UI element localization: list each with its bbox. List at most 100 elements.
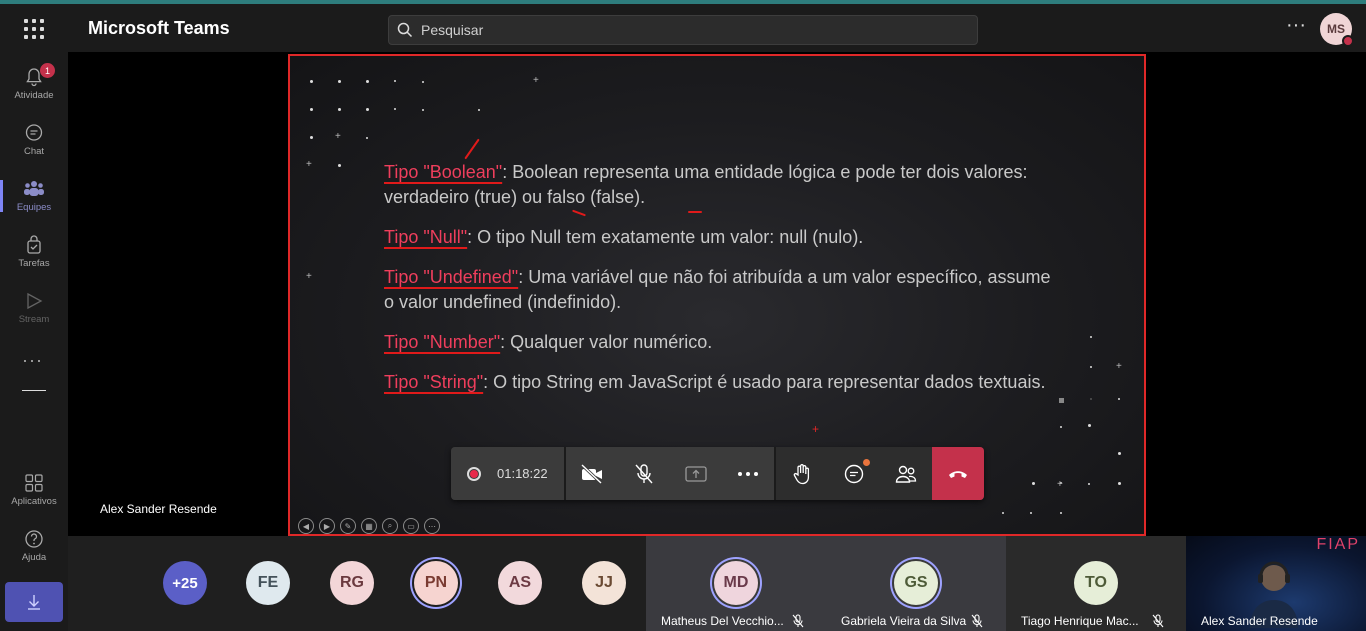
search-box[interactable] (388, 15, 978, 45)
more-icon[interactable]: ⋯ (424, 518, 440, 534)
participants-button[interactable] (880, 447, 932, 500)
rail-item-label: Aplicativos (11, 496, 57, 507)
media-controls (566, 447, 774, 500)
slide-item: Tipo "Boolean": Boolean representa uma e… (384, 160, 1064, 210)
help-icon (25, 530, 43, 548)
decor-dot (1118, 482, 1121, 485)
rail-item-label: Ajuda (21, 552, 47, 563)
rail-item-aplicativos[interactable]: Aplicativos (0, 464, 68, 516)
mic-muted-icon (792, 614, 804, 628)
slides-icon[interactable]: ▦ (361, 518, 377, 534)
decor-dot (1060, 426, 1062, 428)
participant-avatar: GS (894, 561, 938, 605)
participant-video-tile[interactable]: FIAP Alex Sander Resende (1186, 536, 1366, 631)
decor-plus: + (812, 422, 820, 436)
participant-avatar: MD (714, 561, 758, 605)
recording-timer: 01:18:22 (451, 447, 564, 500)
decor-dot (1002, 512, 1004, 514)
decor-dot (422, 109, 424, 111)
decor-dot (1118, 452, 1121, 455)
participant-tile[interactable]: MD Matheus Del Vecchio... (646, 536, 826, 631)
slide-keyword: Tipo "Boolean" (384, 162, 503, 182)
participant-name: Gabriela Vieira da Silva (841, 614, 967, 628)
decor-dot (1090, 366, 1092, 368)
overflow-participants-button[interactable]: +25 (163, 561, 207, 605)
previous-slide-icon[interactable]: ◀ (298, 518, 314, 534)
decor-dot (310, 80, 313, 83)
participant-name: Alex Sander Resende (1201, 614, 1318, 628)
status-indicator (1342, 35, 1354, 47)
slide-keyword: Tipo "String" (384, 372, 484, 392)
rail-item-atividade[interactable]: 1 Atividade (0, 58, 68, 110)
participant-avatar[interactable]: FE (246, 561, 290, 605)
app-title: Microsoft Teams (88, 18, 230, 38)
camera-button[interactable] (566, 447, 618, 500)
decor-dot (1032, 482, 1035, 485)
chat-button[interactable] (828, 447, 880, 500)
decor-dot (1088, 424, 1091, 427)
share-button[interactable] (670, 447, 722, 500)
meeting-controls (776, 447, 932, 500)
more-actions-button[interactable] (722, 447, 774, 500)
subtitles-icon[interactable]: ▭ (403, 518, 419, 534)
activity-badge: 1 (40, 63, 55, 78)
call-timer: 01:18:22 (497, 466, 548, 481)
decor-dot (1060, 512, 1062, 514)
hang-up-icon (949, 470, 967, 478)
user-avatar[interactable]: MS (1320, 13, 1354, 47)
decor-dot (366, 80, 369, 83)
search-input[interactable] (421, 22, 961, 38)
download-icon (28, 595, 40, 610)
zoom-icon[interactable]: ⌕ (382, 518, 398, 534)
slide-item: Tipo "Null": O tipo Null tem exatamente … (384, 225, 1064, 250)
mic-off-icon (635, 463, 653, 483)
decor-dot (1090, 398, 1092, 400)
mic-muted-icon (971, 614, 983, 628)
slide-item: Tipo "Number": Qualquer valor numérico. (384, 330, 1064, 355)
slide-text: : Qualquer valor numérico. (500, 332, 713, 352)
participant-tile[interactable]: GS Gabriela Vieira da Silva (826, 536, 1006, 631)
slide-keyword: Tipo "Null" (384, 227, 468, 247)
rail-item-label: Equipes (16, 202, 52, 213)
decor-plus: + (306, 159, 312, 170)
more-options-icon[interactable]: ··· (1284, 15, 1308, 40)
teams-icon (24, 181, 44, 196)
leave-call-button[interactable] (932, 447, 984, 500)
decor-plus: + (1116, 361, 1122, 372)
participant-name: Matheus Del Vecchio... (661, 614, 784, 628)
slide-item: Tipo "String": O tipo String em JavaScri… (384, 370, 1064, 395)
participant-tile[interactable]: TO Tiago Henrique Mac... (1006, 536, 1186, 631)
participant-avatar[interactable]: JJ (582, 561, 626, 605)
mic-button[interactable] (618, 447, 670, 500)
rail-item-stream[interactable]: Stream (0, 282, 68, 334)
rail-divider (22, 390, 46, 391)
participant-avatar[interactable]: RG (330, 561, 374, 605)
pen-icon[interactable]: ✎ (340, 518, 356, 534)
apps-icon (25, 474, 43, 492)
decor-dot (1090, 336, 1092, 338)
rail-item-ajuda[interactable]: Ajuda (0, 520, 68, 572)
rail-item-label: Tarefas (18, 258, 50, 269)
rail-item-tarefas[interactable]: Tarefas (0, 226, 68, 278)
call-controls: 01:18:22 (451, 447, 984, 500)
download-button[interactable] (5, 582, 63, 622)
participant-avatar[interactable]: PN (414, 561, 458, 605)
raise-hand-button[interactable] (776, 447, 828, 500)
more-apps-icon[interactable]: ··· (22, 350, 43, 371)
decor-dot (1030, 512, 1032, 514)
app-launcher-icon[interactable] (22, 17, 46, 41)
decor-dot (422, 81, 424, 83)
rail-item-equipes[interactable]: Equipes (0, 170, 68, 222)
decor-plus: + (335, 131, 341, 142)
next-slide-icon[interactable]: ▶ (319, 518, 335, 534)
camera-off-icon (580, 463, 603, 484)
rail-item-chat[interactable]: Chat (0, 114, 68, 166)
rail-item-label: Atividade (14, 90, 54, 101)
decor-dot (366, 108, 369, 111)
decor-plus: + (533, 75, 539, 86)
more-icon (738, 471, 758, 476)
decor-dot (478, 109, 480, 111)
participant-avatar[interactable]: AS (498, 561, 542, 605)
decor-dot (1118, 398, 1120, 400)
decor-dot (394, 80, 396, 82)
